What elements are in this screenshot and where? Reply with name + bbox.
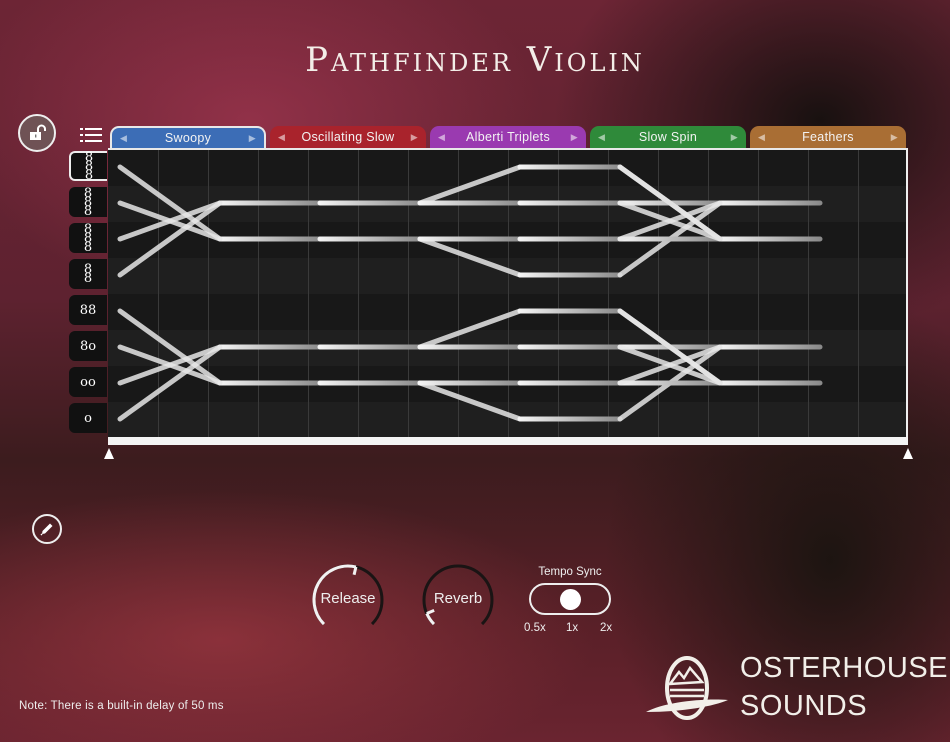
instrument-title: Pathfinder Violin xyxy=(305,40,645,80)
knob-value-arc xyxy=(425,612,436,626)
pattern-lines xyxy=(117,164,823,422)
tab-2[interactable]: ◀ Alberti Triplets ▶ xyxy=(430,126,586,148)
note-path-segment xyxy=(417,308,523,350)
note-path-segment xyxy=(117,164,223,242)
pencil-icon xyxy=(40,523,53,536)
range-end-handle[interactable] xyxy=(903,448,913,459)
tab-0[interactable]: ◀ Swoopy ▶ xyxy=(110,126,266,148)
unlock-icon xyxy=(30,124,46,140)
voice-glyph-icon: o xyxy=(84,410,92,426)
range-start-handle[interactable] xyxy=(104,448,114,459)
tab-prev-icon[interactable]: ◀ xyxy=(598,132,605,143)
tab-next-icon[interactable]: ▶ xyxy=(571,132,578,143)
tab-next-icon[interactable]: ▶ xyxy=(249,133,256,144)
tab-prev-icon[interactable]: ◀ xyxy=(758,132,765,143)
tab-label: Feathers xyxy=(802,130,854,144)
tab-next-icon[interactable]: ▶ xyxy=(891,132,898,143)
voice-glyph-icon: oo xyxy=(80,374,96,390)
voice-glyph-icon: 88 xyxy=(79,302,97,318)
voice-count-button-7[interactable]: 8 8 8 xyxy=(69,185,107,219)
edit-button[interactable] xyxy=(32,514,62,544)
reverb-label: Reverb xyxy=(433,590,483,607)
note-path-segment xyxy=(117,344,223,422)
tab-prev-icon[interactable]: ◀ xyxy=(438,132,445,143)
tempo-sync-switch[interactable] xyxy=(529,583,611,615)
tempo-sync-thumb[interactable] xyxy=(560,589,581,610)
note-path-segment xyxy=(417,164,523,206)
osterhouse-logo-icon xyxy=(646,656,728,720)
tab-label: Swoopy xyxy=(164,131,212,145)
tab-1[interactable]: ◀ Oscillating Slow ▶ xyxy=(270,126,426,148)
voice-count-button-4[interactable]: 88 xyxy=(69,295,107,325)
voice-glyph-icon: 8 8 8 xyxy=(83,221,93,255)
voice-count-button-2[interactable]: oo xyxy=(69,367,107,397)
lock-button[interactable] xyxy=(18,114,56,152)
tab-4[interactable]: ◀ Feathers ▶ xyxy=(750,126,906,148)
pattern-range-bar[interactable] xyxy=(108,437,908,445)
tempo-sync-label: Tempo Sync xyxy=(538,566,602,578)
tempo-option-1x[interactable]: 1x xyxy=(566,622,578,634)
brand-line-1: OSTERHOUSE xyxy=(740,652,949,684)
voice-count-button-8[interactable]: 8 8 8 xyxy=(69,149,107,183)
tab-3[interactable]: ◀ Slow Spin ▶ xyxy=(590,126,746,148)
release-label: Release xyxy=(320,590,376,607)
delay-note: Note: There is a built-in delay of 50 ms xyxy=(19,700,224,712)
pattern-grid[interactable] xyxy=(108,148,908,437)
tempo-option-half[interactable]: 0.5x xyxy=(524,622,546,634)
voice-count-button-5[interactable]: 8 8 xyxy=(69,259,107,289)
tab-next-icon[interactable]: ▶ xyxy=(411,132,418,143)
voice-count-button-6[interactable]: 8 8 8 xyxy=(69,221,107,255)
tab-prev-icon[interactable]: ◀ xyxy=(120,133,127,144)
tab-label: Alberti Triplets xyxy=(466,130,550,144)
menu-button[interactable] xyxy=(80,127,102,143)
release-knob[interactable]: Release xyxy=(308,560,388,640)
voice-count-button-1[interactable]: o xyxy=(69,403,107,433)
note-path-segment xyxy=(117,200,223,278)
note-path-segment xyxy=(417,380,523,422)
reverb-knob[interactable]: Reverb xyxy=(418,560,498,640)
tab-prev-icon[interactable]: ◀ xyxy=(278,132,285,143)
tab-label: Oscillating Slow xyxy=(301,130,395,144)
voice-count-button-3[interactable]: 8o xyxy=(69,331,107,361)
knob-pointer xyxy=(352,566,358,576)
tab-label: Slow Spin xyxy=(638,130,698,144)
tab-next-icon[interactable]: ▶ xyxy=(731,132,738,143)
voice-glyph-icon: 8o xyxy=(79,338,97,354)
note-path-segment xyxy=(417,236,523,278)
knob-pointer xyxy=(426,608,435,615)
note-path-segment xyxy=(117,308,223,386)
brand-line-2: SOUNDS xyxy=(740,690,868,722)
voice-glyph-icon: 8 8 xyxy=(83,262,93,286)
voice-glyph-icon: 8 8 8 xyxy=(83,185,93,219)
list-icon xyxy=(80,128,102,142)
tempo-option-2x[interactable]: 2x xyxy=(600,622,612,634)
voice-glyph-icon: 8 8 8 xyxy=(84,149,94,183)
